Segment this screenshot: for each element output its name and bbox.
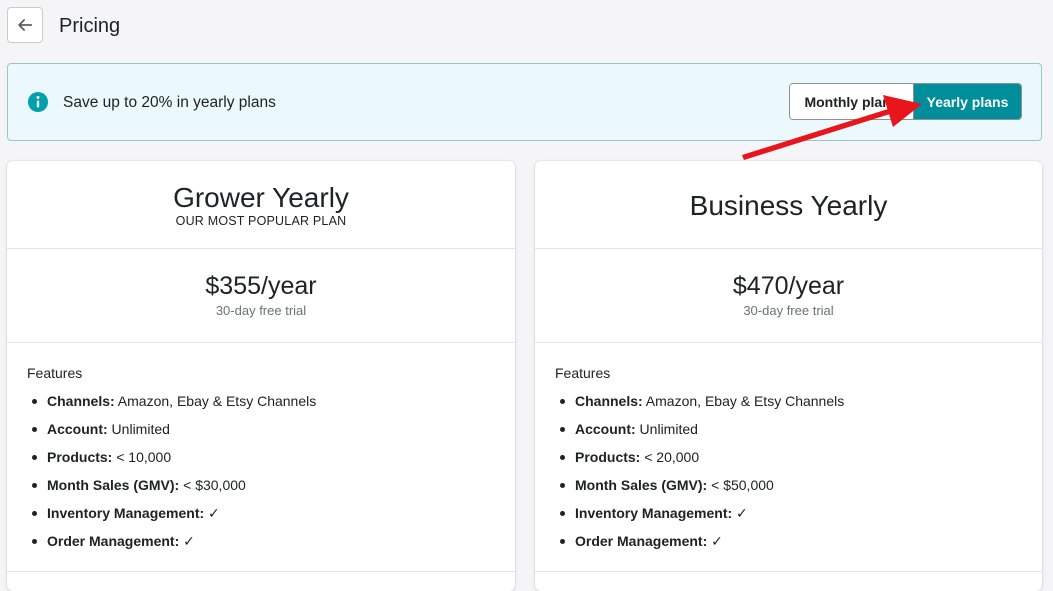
feature-value: ✓ [204,505,220,521]
feature-label: Channels: [47,393,115,409]
features-section: Features Channels: Amazon, Ebay & Etsy C… [27,365,495,561]
plan-price: $355/year [205,272,317,300]
feature-item: Month Sales (GMV): < $50,000 [555,477,1022,505]
plan-card-business-yearly: Business Yearly $470/year 30-day free tr… [535,161,1042,591]
feature-value: Unlimited [635,421,698,437]
feature-value: ✓ [732,505,748,521]
feature-label: Order Management: [575,533,708,549]
yearly-savings-banner: Save up to 20% in yearly plans Monthly p… [7,63,1042,141]
info-icon [28,92,48,112]
plan-header: Business Yearly [535,161,1042,249]
feature-value: Amazon, Ebay & Etsy Channels [642,393,845,409]
feature-list: Channels: Amazon, Ebay & Etsy Channels A… [555,393,1022,561]
plan-price-section: $355/year 30-day free trial [7,249,515,343]
feature-value: ✓ [707,533,723,549]
feature-list: Channels: Amazon, Ebay & Etsy Channels A… [27,393,495,561]
feature-value: < $30,000 [179,477,246,493]
plan-card-grower-yearly: Grower Yearly OUR MOST POPULAR PLAN $355… [7,161,515,591]
arrow-left-icon [18,19,33,31]
plan-price-section: $470/year 30-day free trial [535,249,1042,343]
plan-header: Grower Yearly OUR MOST POPULAR PLAN [7,161,515,249]
feature-item: Month Sales (GMV): < $30,000 [27,477,495,505]
feature-label: Inventory Management: [47,505,205,521]
plan-tagline: OUR MOST POPULAR PLAN [175,214,347,228]
feature-label: Products: [47,449,113,465]
top-bar: Pricing [0,0,1053,52]
divider [7,571,515,572]
feature-item: Inventory Management: ✓ [555,505,1022,533]
features-title: Features [555,365,611,381]
back-button[interactable] [7,7,43,43]
free-trial-note: 30-day free trial [743,303,834,318]
feature-item: Account: Unlimited [555,421,1022,449]
plan-name: Grower Yearly [173,182,349,213]
feature-item: Account: Unlimited [27,421,495,449]
features-title: Features [27,365,83,381]
features-section: Features Channels: Amazon, Ebay & Etsy C… [555,365,1022,561]
feature-value: Amazon, Ebay & Etsy Channels [114,393,317,409]
yearly-plans-button[interactable]: Yearly plans [914,84,1021,119]
plan-name: Business Yearly [689,190,888,221]
feature-item: Order Management: ✓ [555,533,1022,561]
feature-label: Month Sales (GMV): [47,477,180,493]
feature-item: Channels: Amazon, Ebay & Etsy Channels [555,393,1022,421]
banner-message: Save up to 20% in yearly plans [63,94,276,111]
feature-label: Account: [47,421,108,437]
feature-item: Channels: Amazon, Ebay & Etsy Channels [27,393,495,421]
feature-value: < 20,000 [640,449,700,465]
feature-value: Unlimited [107,421,170,437]
free-trial-note: 30-day free trial [215,303,307,318]
monthly-plans-button[interactable]: Monthly plans [790,84,914,119]
feature-item: Products: < 10,000 [27,449,495,477]
feature-label: Products: [575,449,641,465]
page-title: Pricing [59,15,121,37]
feature-label: Inventory Management: [575,505,733,521]
feature-label: Channels: [575,393,643,409]
feature-label: Account: [575,421,636,437]
feature-label: Month Sales (GMV): [575,477,708,493]
feature-value: < $50,000 [707,477,774,493]
divider [535,571,1042,572]
feature-item: Products: < 20,000 [555,449,1022,477]
billing-period-toggle: Monthly plans Yearly plans [789,83,1022,120]
feature-value: ✓ [179,533,195,549]
plan-price: $470/year [732,272,845,300]
feature-item: Inventory Management: ✓ [27,505,495,533]
feature-item: Order Management: ✓ [27,533,495,561]
feature-label: Order Management: [47,533,180,549]
feature-value: < 10,000 [112,449,172,465]
